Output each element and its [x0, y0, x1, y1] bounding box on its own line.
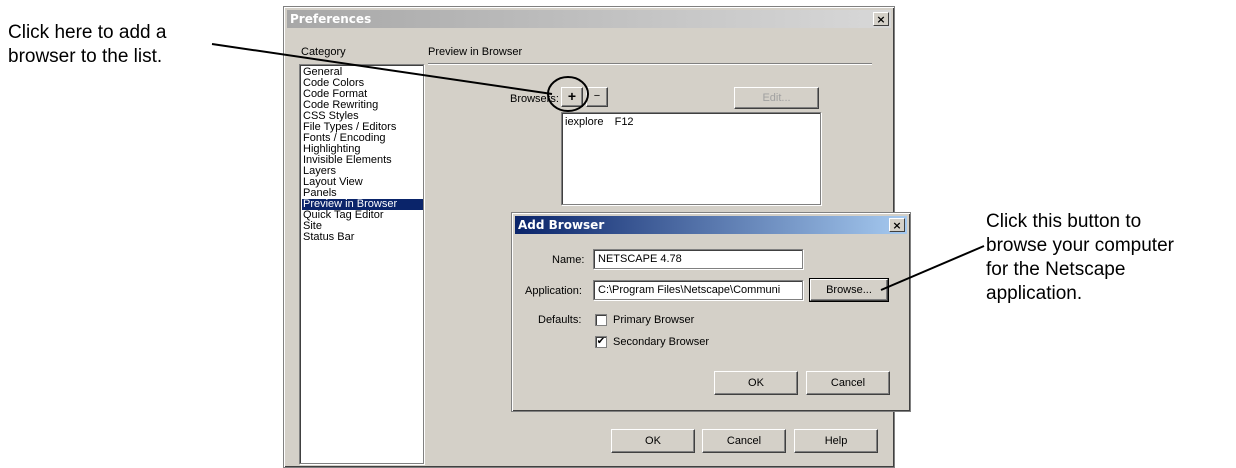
name-label: Name: — [552, 254, 585, 266]
secondary-browser-checkbox[interactable]: ✔ — [595, 336, 607, 348]
close-icon[interactable]: × — [889, 218, 905, 232]
section-title: Preview in Browser — [428, 46, 523, 58]
callout-line-1: Click this button to — [986, 211, 1142, 232]
add-browser-title: Add Browser — [518, 218, 605, 232]
close-icon[interactable]: × — [873, 12, 889, 26]
callout-line-1: Click here to add a — [8, 22, 167, 43]
primary-browser-checkbox[interactable] — [595, 314, 607, 326]
cancel-button[interactable]: Cancel — [806, 371, 890, 395]
application-value: C:\Program Files\Netscape\Communi — [598, 284, 781, 296]
preferences-title: Preferences — [290, 12, 372, 26]
remove-browser-button[interactable]: − — [586, 87, 608, 107]
callout-browse-button: Click this button to browse your compute… — [986, 210, 1174, 306]
add-browser-dialog: Add Browser × Name: NETSCAPE 4.78 Applic… — [511, 212, 911, 412]
cancel-button[interactable]: Cancel — [702, 429, 786, 453]
add-browser-title-bar: Add Browser × — [515, 216, 907, 234]
add-browser-button[interactable]: + — [561, 87, 583, 107]
name-field[interactable]: NETSCAPE 4.78 — [593, 249, 803, 269]
primary-browser-label: Primary Browser — [613, 314, 695, 326]
name-value: NETSCAPE 4.78 — [598, 253, 682, 265]
list-item[interactable]: iexplore F12 — [565, 116, 634, 128]
ok-button[interactable]: OK — [714, 371, 798, 395]
category-label: Category — [301, 46, 346, 58]
callout-line-3: for the Netscape — [986, 259, 1126, 280]
ok-button[interactable]: OK — [611, 429, 695, 453]
callout-line-4: application. — [986, 283, 1083, 304]
browse-button[interactable]: Browse... — [809, 278, 889, 302]
browser-list[interactable]: iexplore F12 — [561, 112, 821, 205]
defaults-label: Defaults: — [538, 314, 582, 326]
browsers-label: Browsers: — [510, 93, 559, 105]
application-field[interactable]: C:\Program Files\Netscape\Communi — [593, 280, 803, 300]
edit-browser-button[interactable]: Edit... — [734, 87, 819, 109]
browser-key: F12 — [614, 116, 634, 128]
secondary-browser-label: Secondary Browser — [613, 336, 709, 348]
preferences-title-bar: Preferences × — [287, 10, 891, 28]
callout-add-browser: Click here to add a browser to the list. — [8, 21, 166, 69]
category-list[interactable]: General Code Colors Code Format Code Rewrit… — [299, 64, 424, 464]
callout-line-2: browse your computer — [986, 235, 1174, 256]
list-item[interactable]: Status Bar — [302, 232, 423, 243]
help-button[interactable]: Help — [794, 429, 878, 453]
application-label: Application: — [525, 285, 582, 297]
callout-line-2: browser to the list. — [8, 46, 163, 67]
browser-name: iexplore — [565, 116, 604, 128]
section-divider — [428, 63, 872, 65]
